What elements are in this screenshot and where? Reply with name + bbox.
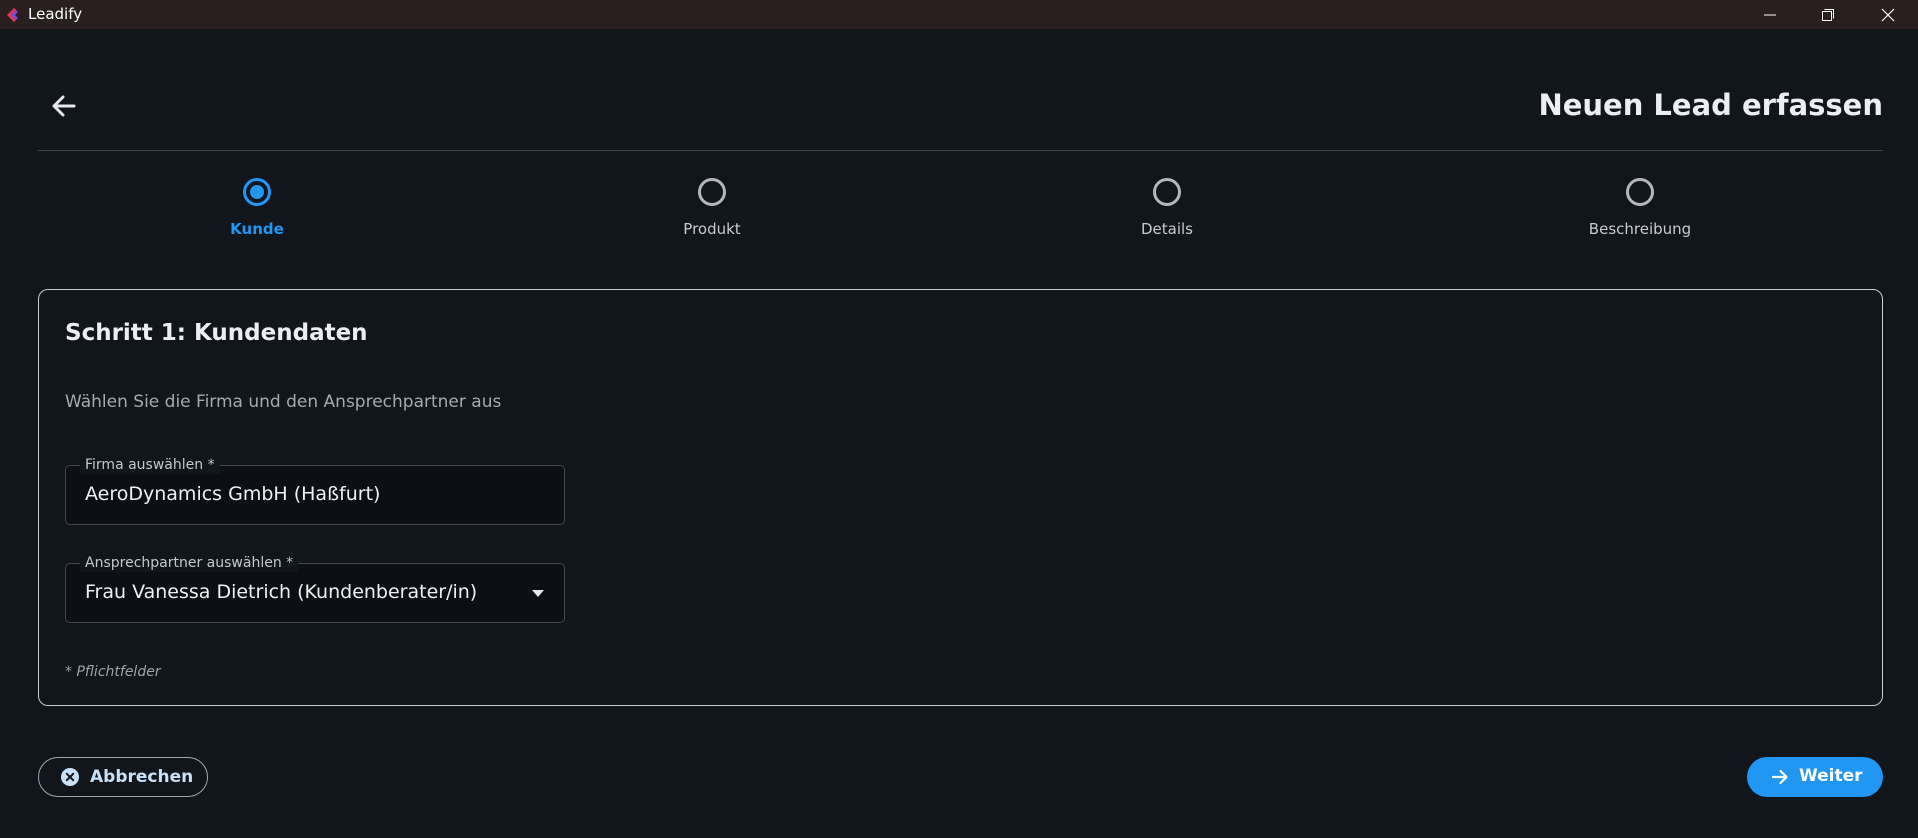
step-label: Kunde	[230, 220, 284, 238]
card-title: Schritt 1: Kundendaten	[65, 320, 368, 346]
step-beschreibung[interactable]: Beschreibung	[1540, 175, 1740, 238]
step-label: Produkt	[683, 220, 741, 238]
customer-data-card: Schritt 1: Kundendaten Wählen Sie die Fi…	[38, 289, 1883, 706]
close-button[interactable]	[1859, 0, 1917, 29]
required-fields-note: * Pflichtfelder	[65, 664, 161, 680]
arrow-left-icon	[52, 95, 76, 117]
company-field-label: Firma auswählen *	[80, 456, 220, 474]
step-indicator	[1153, 178, 1181, 206]
step-label: Beschreibung	[1588, 220, 1692, 238]
app-name: Leadify	[28, 5, 83, 23]
back-button[interactable]	[47, 89, 81, 123]
minimize-icon	[1764, 14, 1776, 16]
step-kunde[interactable]: Kunde	[157, 175, 357, 238]
company-field-value: AeroDynamics GmbH (Haßfurt)	[85, 483, 381, 505]
arrow-right-icon	[1771, 769, 1788, 785]
contact-select-label: Ansprechpartner auswählen *	[80, 554, 299, 572]
step-indicator	[1626, 178, 1654, 206]
minimize-button[interactable]	[1741, 0, 1799, 29]
step-produkt[interactable]: Produkt	[612, 175, 812, 238]
card-subtitle: Wählen Sie die Firma und den Ansprechpar…	[65, 392, 502, 412]
close-icon	[1881, 8, 1895, 22]
page-title: Neuen Lead erfassen	[1538, 88, 1883, 122]
step-label: Details	[1140, 220, 1193, 238]
cancel-button[interactable]: Abbrechen	[38, 757, 208, 797]
step-indicator-active	[243, 178, 271, 206]
next-button[interactable]: Weiter	[1747, 757, 1883, 797]
maximize-button[interactable]	[1799, 0, 1857, 29]
contact-select-value: Frau Vanessa Dietrich (Kundenberater/in)	[85, 581, 478, 603]
window-titlebar: Leadify	[0, 0, 1918, 29]
contact-select[interactable]: Ansprechpartner auswählen * Frau Vanessa…	[65, 554, 565, 623]
step-indicator	[698, 178, 726, 206]
app-logo-icon	[7, 8, 18, 22]
next-button-label: Weiter	[1799, 766, 1863, 786]
cancel-button-label: Abbrechen	[90, 767, 194, 787]
step-details[interactable]: Details	[1067, 175, 1267, 238]
chevron-down-icon	[532, 590, 544, 597]
close-circle-icon	[61, 768, 79, 786]
company-field[interactable]: Firma auswählen * AeroDynamics GmbH (Haß…	[65, 456, 565, 525]
maximize-icon	[1822, 9, 1834, 21]
header-divider	[38, 150, 1883, 151]
